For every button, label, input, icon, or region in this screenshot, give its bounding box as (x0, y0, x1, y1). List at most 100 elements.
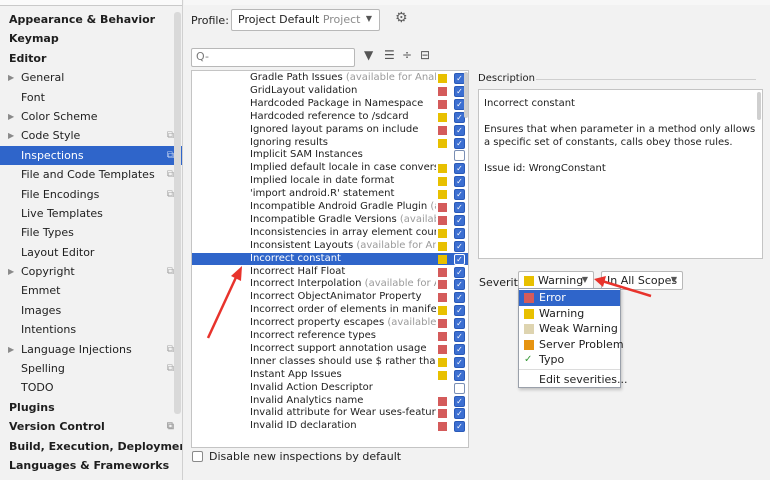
sidebar-item-font[interactable]: Font (0, 88, 182, 107)
inspection-row[interactable]: Incorrect support annotation usage ✓ (192, 343, 468, 356)
sidebar-item-todo[interactable]: TODO (0, 378, 182, 397)
sidebar-item-intentions[interactable]: Intentions (0, 320, 182, 339)
severity-menu-item[interactable]: Server Problem (519, 337, 624, 353)
inspection-row[interactable]: Incompatible Gradle Versions (available … (192, 214, 468, 227)
gear-icon[interactable]: ⚙ (395, 10, 408, 26)
chevron-right-icon[interactable]: ▶ (8, 262, 14, 281)
inspection-checkbox[interactable]: ✓ (454, 137, 465, 149)
sidebar-item-file-and-code-templates[interactable]: File and Code Templates ⧉ (0, 165, 182, 184)
inspection-checkbox[interactable]: ✓ (454, 189, 465, 201)
inspection-checkbox[interactable]: ✓ (454, 124, 465, 136)
inspection-row[interactable]: Incorrect order of elements in manifest ✓ (192, 304, 468, 317)
inspection-row[interactable]: Hardcoded Package in Namespace ✓ (192, 98, 468, 111)
sidebar-item-inspections[interactable]: Inspections ⧉ (0, 145, 182, 166)
inspection-checkbox[interactable]: ✓ (454, 202, 465, 213)
inspection-row[interactable]: Incorrect constant ✓ (192, 252, 468, 266)
sidebar-item-copyright[interactable]: ▶ Copyright ⧉ (0, 262, 182, 281)
chevron-right-icon[interactable]: ▶ (8, 340, 14, 359)
collapse-all-icon[interactable]: ÷ (402, 48, 412, 62)
sidebar-item-version-control[interactable]: Version Control ⧉ (0, 417, 182, 436)
inspection-checkbox[interactable]: ✓ (454, 343, 465, 355)
sidebar-item-build-execution-deployment[interactable]: Build, Execution, Deployment (0, 437, 182, 456)
sidebar-item-file-types[interactable]: File Types (0, 223, 182, 242)
inspection-checkbox[interactable]: ✓ (454, 292, 465, 304)
inspection-checkbox[interactable]: ✓ (454, 331, 465, 342)
inspection-row[interactable]: Implied default locale in case conversio… (192, 162, 468, 175)
inspection-checkbox[interactable]: ✓ (454, 395, 465, 407)
severity-menu-item[interactable]: Error (519, 290, 620, 306)
inspection-row[interactable]: Implicit SAM Instances (192, 149, 468, 162)
severity-swatch-icon (438, 396, 447, 406)
chevron-right-icon[interactable]: ▶ (8, 68, 14, 87)
inspection-row[interactable]: Invalid attribute for Wear uses-feature ✓ (192, 407, 468, 420)
sidebar-item-emmet[interactable]: Emmet (0, 281, 182, 300)
inspection-checkbox[interactable]: ✓ (454, 369, 465, 381)
inspection-checkbox[interactable]: ✓ (454, 214, 465, 226)
inspection-checkbox[interactable]: ✓ (454, 253, 465, 265)
sidebar-item-images[interactable]: Images (0, 301, 182, 320)
sidebar-item-appearance-behavior[interactable]: Appearance & Behavior (0, 10, 182, 29)
inspection-row[interactable]: Incorrect Half Float ✓ (192, 266, 468, 279)
search-input[interactable]: Q- (191, 48, 355, 67)
severity-menu-item[interactable]: Edit severities... (519, 372, 628, 388)
chevron-right-icon[interactable]: ▶ (8, 126, 14, 145)
inspection-checkbox[interactable]: ✓ (454, 305, 465, 317)
inspection-row[interactable]: Invalid Action Descriptor (192, 382, 468, 395)
inspection-checkbox[interactable] (454, 150, 465, 162)
severity-menu-item[interactable]: ✓ Typo (519, 352, 620, 368)
severity-swatch-icon (524, 324, 534, 334)
inspection-row[interactable]: Implied locale in date format ✓ (192, 175, 468, 188)
expand-all-icon[interactable]: ☰ (384, 48, 395, 62)
inspection-checkbox[interactable]: ✓ (454, 176, 465, 188)
description-scrollbar[interactable] (757, 92, 761, 120)
sidebar-item-languages-frameworks[interactable]: Languages & Frameworks (0, 456, 182, 475)
inspection-row[interactable]: Incorrect property escapes (available fo… (192, 317, 468, 330)
inspection-row[interactable]: Incorrect reference types ✓ (192, 330, 468, 343)
inspection-row[interactable]: Gradle Path Issues (available for Analyz… (192, 72, 468, 85)
sidebar-item-spelling[interactable]: Spelling ⧉ (0, 359, 182, 378)
inspection-row[interactable]: Ignoring results ✓ (192, 137, 468, 150)
severity-menu-item[interactable]: Weak Warning (519, 321, 620, 337)
inspection-row[interactable]: Instant App Issues ✓ (192, 369, 468, 382)
inspection-row[interactable]: Invalid ID declaration ✓ (192, 420, 468, 433)
sidebar-item-keymap[interactable]: Keymap (0, 29, 182, 48)
inspection-row[interactable]: Incorrect ObjectAnimator Property ✓ (192, 291, 468, 304)
inspection-row[interactable]: Hardcoded reference to /sdcard ✓ (192, 111, 468, 124)
inspection-checkbox[interactable]: ✓ (454, 240, 465, 252)
sidebar-item-code-style[interactable]: ▶ Code Style ⧉ (0, 126, 182, 145)
sidebar-item-layout-editor[interactable]: Layout Editor (0, 243, 182, 262)
inspection-checkbox[interactable]: ✓ (454, 318, 465, 330)
sidebar-scrollbar[interactable] (174, 12, 181, 414)
chevron-right-icon[interactable]: ▶ (8, 107, 14, 126)
inspection-row[interactable]: Inner classes should use $ rather than .… (192, 356, 468, 369)
inspection-checkbox[interactable]: ✓ (454, 356, 465, 368)
sidebar-item-editor[interactable]: Editor (0, 49, 182, 68)
inspection-checkbox[interactable]: ✓ (454, 163, 465, 175)
inspection-row[interactable]: Invalid Analytics name ✓ (192, 395, 468, 408)
sidebar-item-file-encodings[interactable]: File Encodings ⧉ (0, 185, 182, 204)
inspection-row[interactable]: Incorrect Interpolation (available for A… (192, 278, 468, 291)
inspection-checkbox[interactable]: ✓ (454, 421, 465, 433)
profile-dropdown[interactable]: Project Default Project ▼ (231, 9, 380, 31)
inspection-row[interactable]: 'import android.R' statement ✓ (192, 188, 468, 201)
inspection-checkbox[interactable] (454, 382, 465, 394)
sidebar-item-plugins[interactable]: Plugins (0, 398, 182, 417)
inspection-row[interactable]: Inconsistent Layouts (available for Anal… (192, 240, 468, 253)
inspection-row[interactable]: Incompatible Android Gradle Plugin (avai… (192, 201, 468, 214)
severity-menu-item[interactable]: Warning (519, 306, 620, 322)
inspection-row[interactable]: Ignored layout params on include ✓ (192, 124, 468, 137)
reset-icon[interactable]: ⊟ (420, 48, 430, 62)
filter-icon[interactable]: ▼ (364, 48, 373, 62)
tree-scrollbar[interactable] (464, 72, 468, 118)
inspection-row[interactable]: GridLayout validation ✓ (192, 85, 468, 98)
sidebar-item-language-injections[interactable]: ▶ Language Injections ⧉ (0, 340, 182, 359)
inspection-checkbox[interactable]: ✓ (454, 227, 465, 239)
checkbox-box[interactable] (192, 451, 203, 462)
sidebar-item-color-scheme[interactable]: ▶ Color Scheme (0, 107, 182, 126)
sidebar-item-live-templates[interactable]: Live Templates (0, 204, 182, 223)
sidebar-item-general[interactable]: ▶ General (0, 68, 182, 87)
inspection-row[interactable]: Inconsistencies in array element counts ✓ (192, 227, 468, 240)
inspection-checkbox[interactable]: ✓ (454, 408, 465, 420)
inspection-checkbox[interactable]: ✓ (454, 279, 465, 291)
inspection-checkbox[interactable]: ✓ (454, 266, 465, 278)
